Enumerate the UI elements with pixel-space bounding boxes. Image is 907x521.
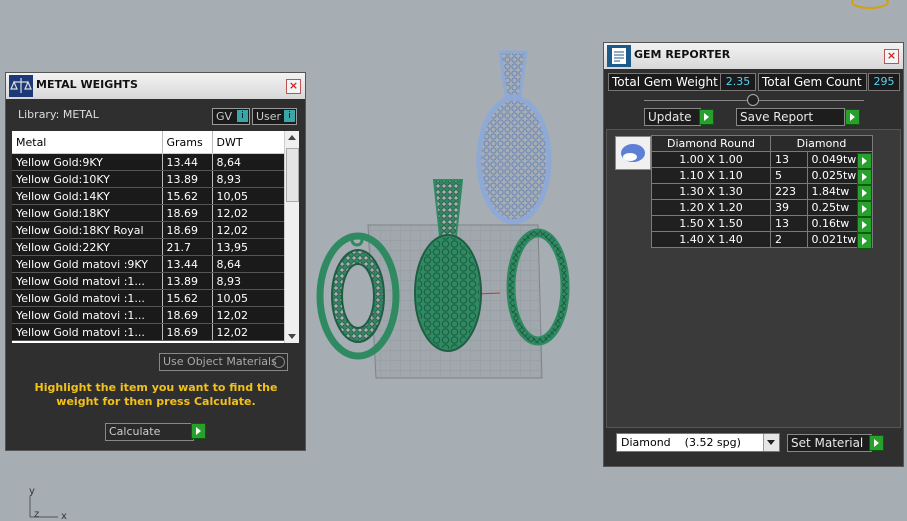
table-row[interactable]: 1.40 X 1.40 2 0.021tw	[651, 231, 873, 248]
report-icon	[607, 45, 631, 67]
blue-pendant-model	[476, 50, 552, 225]
scroll-up-icon[interactable]	[288, 135, 296, 140]
column-header-diamond-round: Diamond Round	[651, 135, 771, 152]
splitter-knob-icon[interactable]	[747, 94, 759, 106]
table-row[interactable]: Yellow Gold:18KY 18.69 12,02	[12, 204, 286, 222]
table-row[interactable]: Yellow Gold:14KY 15.62 10,05	[12, 187, 286, 205]
scroll-down-icon[interactable]	[288, 334, 296, 339]
total-gem-count-value: 295	[868, 73, 900, 91]
material-select[interactable]: Diamond (3.52 spg)	[616, 433, 780, 452]
table-row[interactable]: 1.50 X 1.50 13 0.16tw	[651, 215, 873, 232]
green-pendant-model	[414, 179, 482, 352]
table-row[interactable]: 1.30 X 1.30 223 1.84tw	[651, 183, 873, 200]
view-cube-icon	[851, 0, 889, 9]
scroll-thumb[interactable]	[286, 148, 299, 202]
axis-x-label: x	[61, 511, 67, 521]
table-row[interactable]: Yellow Gold matovi :1... 18.69 12,02	[12, 306, 286, 324]
gem-reporter-titlebar[interactable]: GEM REPORTER ×	[604, 43, 903, 69]
chevron-down-icon[interactable]	[763, 434, 779, 451]
gv-toggle[interactable]: GV i	[212, 108, 250, 125]
diamond-gem-icon	[615, 136, 651, 170]
row-select-icon[interactable]	[857, 201, 872, 217]
table-row[interactable]: Yellow Gold:10KY 13.89 8,93	[12, 170, 286, 188]
table-row[interactable]: Yellow Gold:9KY 13.44 8,64	[12, 153, 286, 171]
calculate-go-icon[interactable]	[191, 423, 206, 439]
update-button[interactable]: Update	[644, 108, 701, 126]
close-icon[interactable]: ×	[286, 79, 301, 94]
metal-weights-titlebar[interactable]: METAL WEIGHTS ×	[6, 73, 305, 99]
table-row[interactable]: Yellow Gold matovi :1... 18.69 12,02	[12, 323, 286, 341]
table-header-row: Metal Grams DWT	[12, 131, 286, 154]
checkbox-icon	[273, 356, 285, 368]
total-gem-weight-label: Total Gem Weight	[608, 73, 721, 91]
set-material-go-icon[interactable]	[869, 435, 884, 451]
metal-weights-title: METAL WEIGHTS	[36, 78, 138, 91]
axis-z-label: z	[34, 509, 39, 520]
total-gem-count-label: Total Gem Count	[758, 73, 867, 91]
library-label: Library: METAL	[18, 108, 99, 121]
axis-y-label: y	[29, 486, 35, 497]
save-report-go-icon[interactable]	[845, 109, 860, 125]
row-select-icon[interactable]	[857, 169, 872, 185]
info-icon: i	[237, 110, 248, 122]
row-select-icon[interactable]	[857, 233, 872, 249]
use-object-materials-checkbox[interactable]: Use Object Materials	[159, 353, 288, 371]
close-icon[interactable]: ×	[884, 49, 899, 64]
metal-table: Metal Grams DWT Yellow Gold:9KY 13.44 8,64…	[12, 131, 286, 341]
save-report-button[interactable]: Save Report	[736, 108, 845, 126]
row-select-icon[interactable]	[857, 217, 872, 233]
metal-weights-panel: METAL WEIGHTS × Library: METAL GV i User…	[5, 72, 306, 451]
info-icon: i	[284, 110, 295, 122]
table-row[interactable]: Yellow Gold:22KY 21.7 13,95	[12, 238, 286, 256]
total-gem-weight-value: 2.35	[720, 73, 756, 91]
row-select-icon[interactable]	[857, 185, 872, 201]
column-header-grams[interactable]: Grams	[162, 131, 213, 154]
gem-table: Diamond Round Diamond 1.00 X 1.00 13 0.049…	[651, 135, 873, 248]
table-row[interactable]: 1.00 X 1.00 13 0.049tw	[651, 151, 873, 168]
user-toggle[interactable]: User i	[252, 108, 297, 125]
update-go-icon[interactable]	[699, 109, 714, 125]
column-header-metal[interactable]: Metal	[12, 131, 163, 154]
instruction-text: Highlight the item you want to find the …	[34, 381, 278, 408]
metal-table-scrollbar[interactable]	[284, 131, 299, 343]
column-header-dwt[interactable]: DWT	[212, 131, 286, 154]
table-row[interactable]: Yellow Gold matovi :9KY 13.44 8,64	[12, 255, 286, 273]
table-row[interactable]: Yellow Gold:18KY Royal 18.69 12,02	[12, 221, 286, 239]
gem-reporter-panel: GEM REPORTER × Total Gem Weight 2.35 Tot…	[603, 42, 904, 467]
column-header-diamond: Diamond	[770, 135, 873, 152]
set-material-button[interactable]: Set Material	[787, 434, 872, 452]
green-frame-left-model	[316, 232, 400, 360]
row-select-icon[interactable]	[857, 153, 872, 169]
calculate-button[interactable]: Calculate	[105, 423, 194, 441]
table-row[interactable]: Yellow Gold matovi :1... 15.62 10,05	[12, 289, 286, 307]
gem-reporter-title: GEM REPORTER	[634, 48, 731, 61]
gem-table-header: Diamond Round Diamond	[651, 135, 873, 152]
scale-icon	[9, 75, 33, 97]
table-row[interactable]: 1.10 X 1.10 5 0.025tw	[651, 167, 873, 184]
table-row[interactable]: 1.20 X 1.20 39 0.25tw	[651, 199, 873, 216]
metal-table-container[interactable]: Metal Grams DWT Yellow Gold:9KY 13.44 8,64…	[12, 131, 299, 343]
table-row[interactable]: Yellow Gold matovi :1... 13.89 8,93	[12, 272, 286, 290]
gem-list-area: Diamond Round Diamond 1.00 X 1.00 13 0.049…	[606, 129, 901, 428]
